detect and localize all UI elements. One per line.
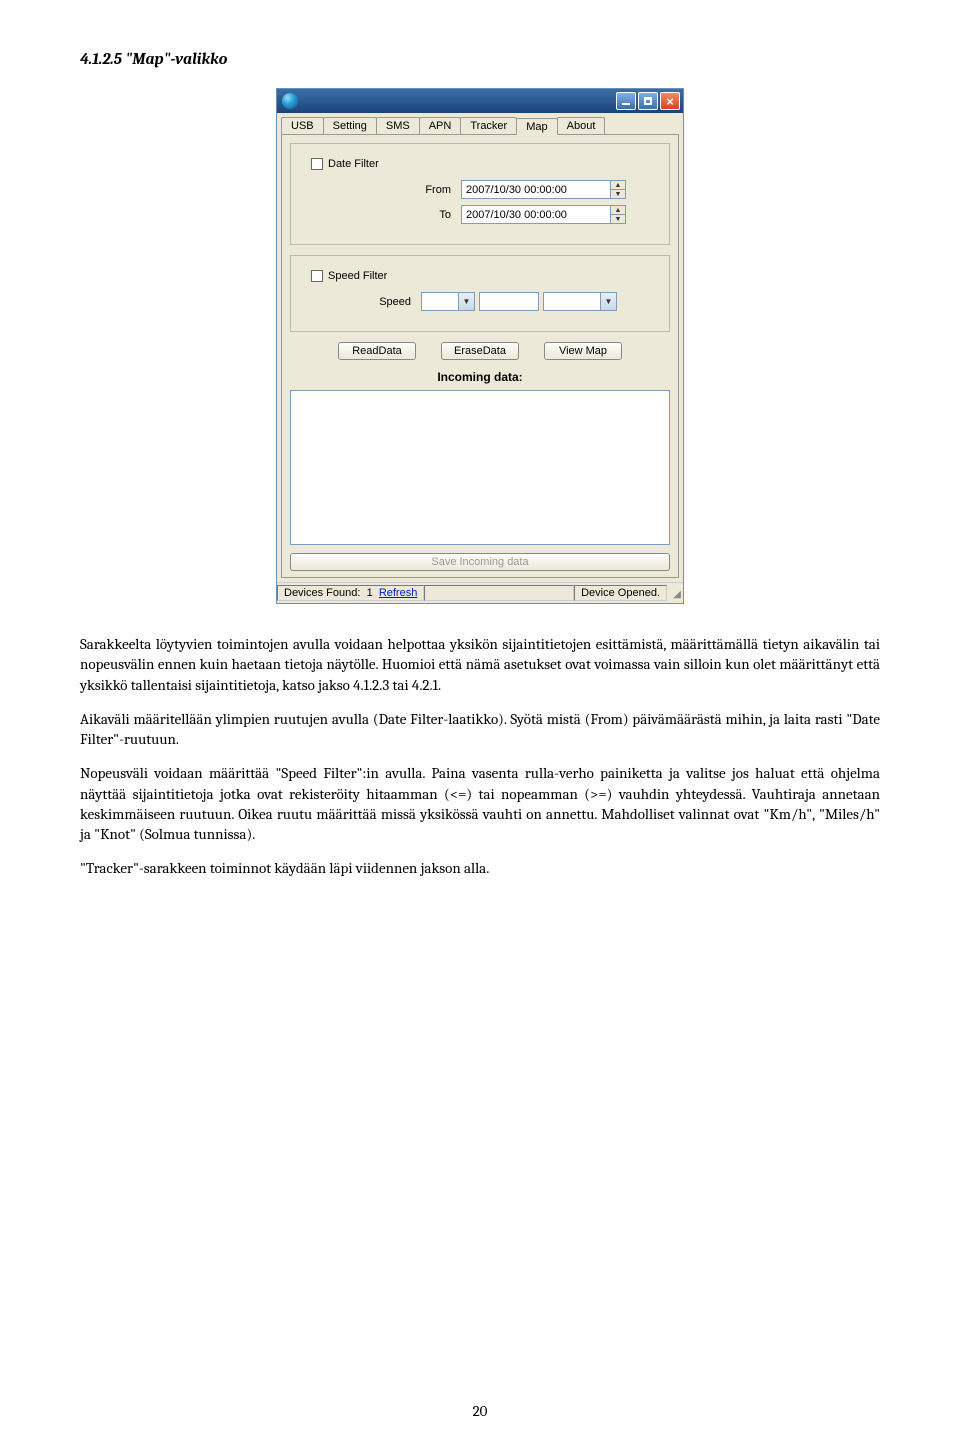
- incoming-data-label: Incoming data:: [290, 370, 670, 384]
- action-button-row: ReadData EraseData View Map: [290, 342, 670, 360]
- paragraph-3: Nopeusväli voidaan määrittää "Speed Filt…: [80, 763, 880, 844]
- window-controls: ×: [616, 92, 680, 110]
- tab-usb[interactable]: USB: [281, 117, 324, 134]
- application-window: × USB Setting SMS APN Tracker Map About …: [276, 88, 684, 604]
- tab-sms[interactable]: SMS: [376, 117, 420, 134]
- view-map-button[interactable]: View Map: [544, 342, 622, 360]
- tab-setting[interactable]: Setting: [323, 117, 377, 134]
- speed-unit-dropdown-icon[interactable]: ▼: [601, 292, 617, 311]
- date-filter-checkbox[interactable]: [311, 158, 323, 170]
- speed-filter-checkbox-label: Speed Filter: [328, 270, 387, 282]
- tab-map[interactable]: Map: [516, 118, 557, 135]
- status-device-opened: Device Opened.: [574, 585, 667, 601]
- speed-label: Speed: [301, 296, 421, 308]
- close-button[interactable]: ×: [660, 92, 680, 110]
- to-date-spinner[interactable]: ▲▼: [611, 205, 626, 224]
- tab-about[interactable]: About: [557, 117, 606, 134]
- window-titlebar: ×: [277, 89, 683, 113]
- speed-filter-group: Speed Filter Speed ▼ ▼: [290, 255, 670, 332]
- date-filter-group: Date Filter From ▲▼ To ▲▼: [290, 143, 670, 245]
- status-devices-found: Devices Found: 1 Refresh: [277, 585, 424, 601]
- status-devices-found-label: Devices Found:: [284, 587, 360, 599]
- from-date-input[interactable]: [461, 180, 611, 199]
- save-incoming-data-button[interactable]: Save Incoming data: [290, 553, 670, 571]
- app-icon: [282, 93, 298, 109]
- page-number: 20: [0, 1402, 960, 1420]
- paragraph-4: "Tracker"-sarakkeen toiminnot käydään lä…: [80, 858, 880, 878]
- maximize-button[interactable]: [638, 92, 658, 110]
- speed-comparator-dropdown-icon[interactable]: ▼: [459, 292, 475, 311]
- to-date-input[interactable]: [461, 205, 611, 224]
- tab-bar: USB Setting SMS APN Tracker Map About: [277, 113, 683, 134]
- paragraph-2: Aikaväli määritellään ylimpien ruutujen …: [80, 709, 880, 750]
- date-filter-checkbox-label: Date Filter: [328, 158, 379, 170]
- paragraph-1: Sarakkeelta löytyvien toimintojen avulla…: [80, 634, 880, 695]
- incoming-data-listbox[interactable]: [290, 390, 670, 545]
- status-bar: Devices Found: 1 Refresh Device Opened. …: [277, 582, 683, 603]
- erase-data-button[interactable]: EraseData: [441, 342, 519, 360]
- screenshot-container: × USB Setting SMS APN Tracker Map About …: [80, 88, 880, 604]
- speed-unit-select[interactable]: [543, 292, 601, 311]
- minimize-button[interactable]: [616, 92, 636, 110]
- read-data-button[interactable]: ReadData: [338, 342, 416, 360]
- section-heading: 4.1.2.5 "Map"-valikko: [80, 50, 880, 68]
- to-label: To: [341, 209, 461, 221]
- speed-value-input[interactable]: [479, 292, 539, 311]
- refresh-link[interactable]: Refresh: [379, 587, 418, 599]
- status-devices-found-value: 1: [367, 587, 373, 599]
- from-date-spinner[interactable]: ▲▼: [611, 180, 626, 199]
- status-spacer: [424, 585, 574, 601]
- tab-apn[interactable]: APN: [419, 117, 462, 134]
- speed-filter-checkbox[interactable]: [311, 270, 323, 282]
- from-label: From: [341, 184, 461, 196]
- resize-grip-icon[interactable]: ◢: [667, 585, 683, 601]
- speed-comparator-select[interactable]: [421, 292, 459, 311]
- tab-panel-map: Date Filter From ▲▼ To ▲▼: [281, 134, 679, 578]
- tab-tracker[interactable]: Tracker: [460, 117, 517, 134]
